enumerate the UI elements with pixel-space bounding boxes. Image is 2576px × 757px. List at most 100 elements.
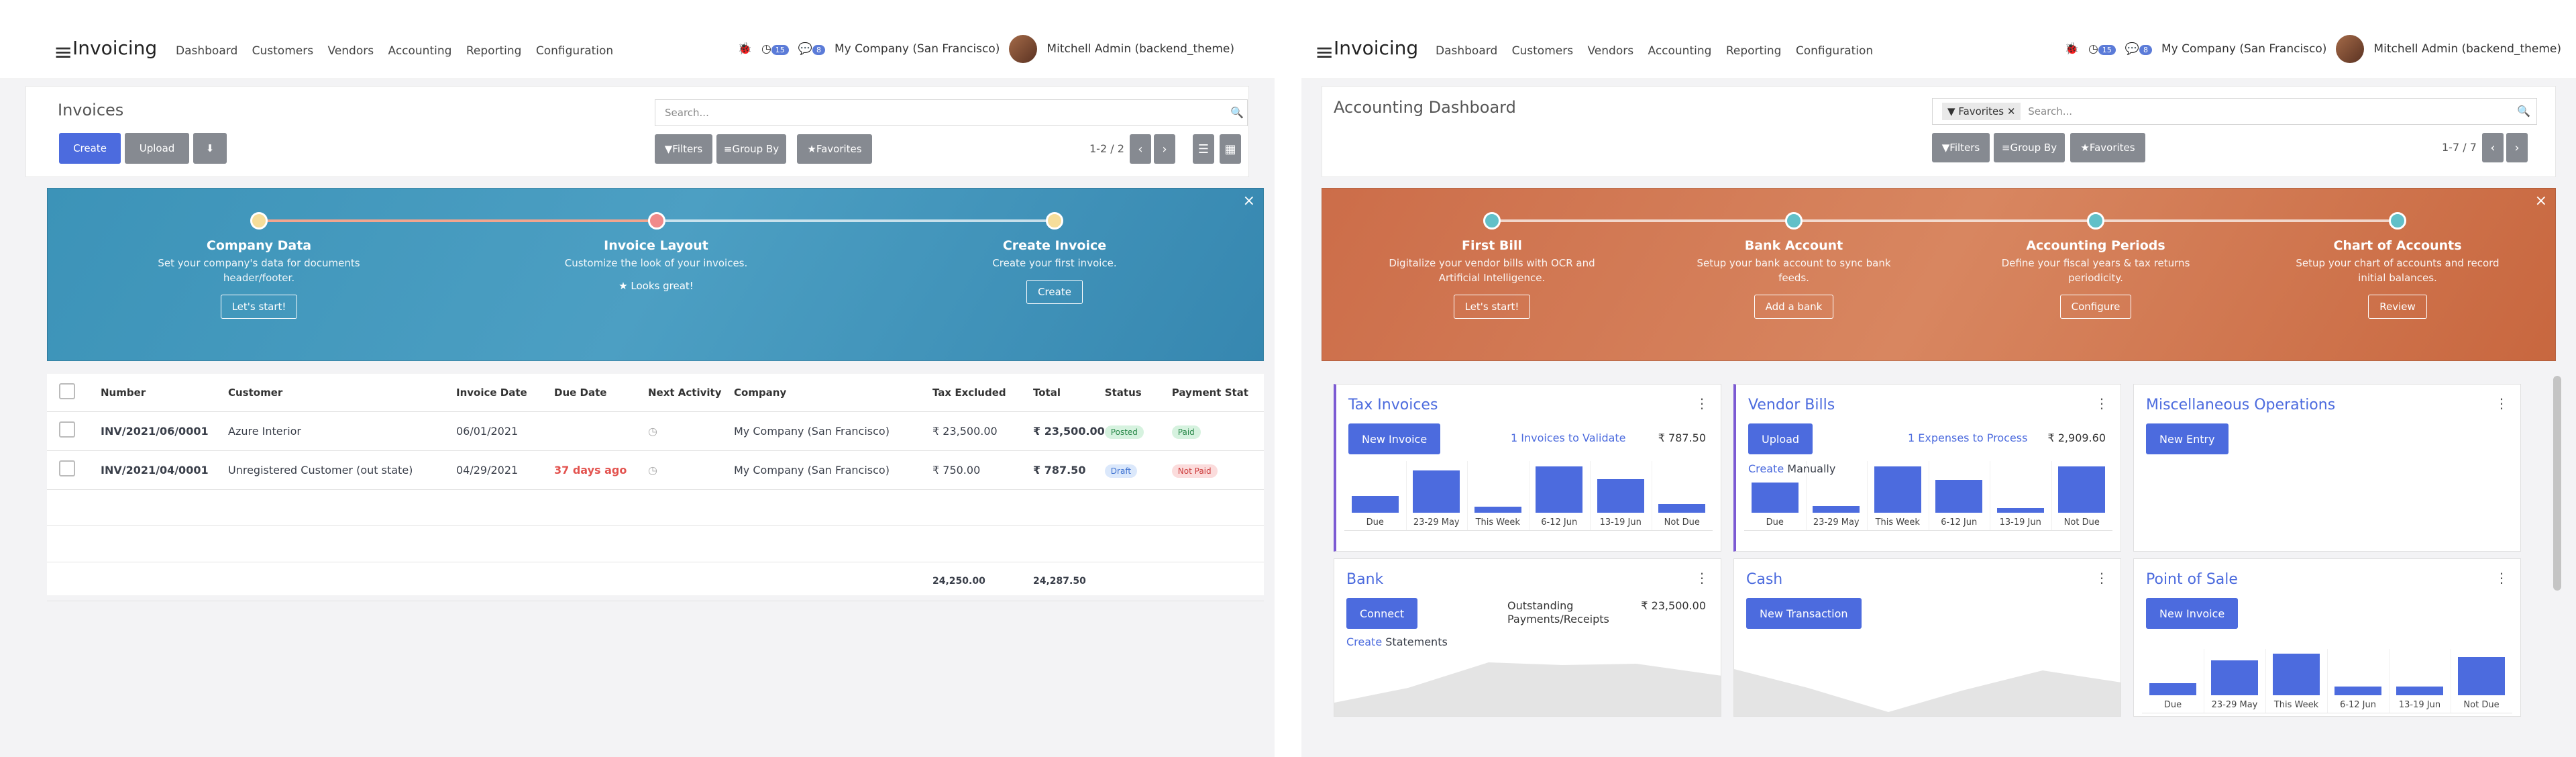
menu-configuration[interactable]: Configuration	[1796, 44, 1873, 58]
pager-value[interactable]: 1-2 / 2	[1089, 142, 1124, 155]
chart-bar[interactable]	[1874, 466, 1921, 513]
chart-bar[interactable]	[2149, 683, 2196, 695]
configure-button[interactable]: Configure	[2059, 295, 2132, 319]
scrollbar[interactable]	[2553, 376, 2561, 591]
column-header[interactable]: Customer	[228, 374, 456, 412]
chart-bar[interactable]	[1813, 506, 1860, 513]
card-title[interactable]: Cash	[1746, 571, 1782, 588]
chart-bar[interactable]	[2334, 687, 2381, 695]
download-icon[interactable]: ⬇	[193, 133, 227, 164]
filters-button[interactable]: ▼ Filters	[1932, 133, 1990, 162]
pager-value[interactable]: 1-7 / 7	[2442, 141, 2477, 154]
user-menu[interactable]: Mitchell Admin (backend_theme)	[1046, 42, 1234, 56]
connect-button[interactable]: Connect	[1346, 598, 1418, 629]
groupby-button[interactable]: ≡ Group By	[716, 134, 786, 164]
menu-customers[interactable]: Customers	[252, 44, 313, 58]
pager-next-button[interactable]: ›	[2506, 133, 2528, 162]
chart-bar[interactable]	[1536, 466, 1582, 513]
pager-next-button[interactable]: ›	[1154, 134, 1175, 164]
card-menu-icon[interactable]: ⋮	[2095, 395, 2108, 411]
create-invoice-button[interactable]: Create	[1026, 280, 1083, 304]
menu-customers[interactable]: Customers	[1512, 44, 1573, 58]
column-header[interactable]: Tax Excluded	[932, 374, 1033, 412]
menu-vendors[interactable]: Vendors	[327, 44, 374, 58]
apps-menu-icon[interactable]: ≡	[1315, 39, 1334, 66]
invoices-to-validate-link[interactable]: 1 Invoices to Validate	[1511, 432, 1626, 444]
upload-button[interactable]: Upload	[125, 133, 189, 164]
new-invoice-button[interactable]: New Invoice	[2146, 598, 2239, 629]
chart-bar[interactable]	[1935, 479, 1982, 513]
chart-bar[interactable]	[1658, 504, 1705, 513]
card-menu-icon[interactable]: ⋮	[1695, 570, 1709, 586]
search-icon[interactable]: 🔍	[2517, 105, 2530, 117]
column-header[interactable]: Company	[734, 374, 932, 412]
menu-accounting[interactable]: Accounting	[388, 44, 451, 58]
card-menu-icon[interactable]: ⋮	[2095, 570, 2108, 586]
select-all-checkbox[interactable]	[59, 383, 75, 399]
company-switcher[interactable]: My Company (San Francisco)	[835, 42, 1000, 56]
chart-bar[interactable]	[2058, 466, 2105, 513]
column-header[interactable]: Total	[1033, 374, 1105, 412]
close-icon[interactable]: ×	[2535, 193, 2547, 209]
card-title[interactable]: Point of Sale	[2146, 571, 2238, 588]
column-header[interactable]: Next Activity	[648, 374, 734, 412]
search-icon[interactable]: 🔍	[1230, 106, 1244, 119]
expenses-to-process-link[interactable]: 1 Expenses to Process	[1908, 432, 2027, 444]
chart-bar[interactable]	[1474, 506, 1521, 513]
card-title[interactable]: Tax Invoices	[1348, 397, 1438, 413]
pager-previous-button[interactable]: ‹	[1130, 134, 1151, 164]
chart-bar[interactable]	[2458, 657, 2505, 695]
chart-bar[interactable]	[1351, 495, 1399, 513]
menu-accounting[interactable]: Accounting	[1648, 44, 1711, 58]
new-transaction-button[interactable]: New Transaction	[1746, 598, 1862, 629]
chart-bar[interactable]	[1597, 478, 1644, 513]
favorites-button[interactable]: ★ Favorites	[797, 134, 872, 164]
column-header[interactable]: Status	[1104, 374, 1172, 412]
groupby-button[interactable]: ≡ Group By	[1994, 133, 2065, 162]
create-button[interactable]: Create	[59, 133, 121, 164]
lets-start-button[interactable]: Let's start!	[1453, 295, 1531, 319]
pager-previous-button[interactable]: ‹	[2482, 133, 2504, 162]
company-switcher[interactable]: My Company (San Francisco)	[2161, 42, 2326, 56]
create-link[interactable]: Create	[1346, 636, 1382, 648]
kanban-view-button[interactable]: ▦	[1220, 134, 1241, 164]
card-menu-icon[interactable]: ⋮	[1695, 395, 1709, 411]
chart-bar[interactable]	[2211, 660, 2258, 695]
card-menu-icon[interactable]: ⋮	[2495, 570, 2508, 586]
card-title[interactable]: Bank	[1346, 571, 1383, 588]
search-input[interactable]: ▼ Favorites ✕ Search...	[1932, 98, 2537, 125]
close-icon[interactable]: ×	[1243, 193, 1255, 209]
search-input[interactable]: Search...	[655, 99, 1248, 126]
new-invoice-button[interactable]: New Invoice	[1348, 423, 1441, 454]
review-button[interactable]: Review	[2368, 295, 2427, 319]
list-view-button[interactable]: ☰	[1193, 134, 1214, 164]
chart-bar[interactable]	[1996, 507, 2044, 513]
row-checkbox[interactable]	[59, 460, 75, 476]
table-row[interactable]: INV/2021/04/0001 Unregistered Customer (…	[47, 450, 1264, 490]
lets-start-button[interactable]: Let's start!	[220, 295, 298, 319]
chart-bar[interactable]	[2273, 653, 2320, 695]
menu-vendors[interactable]: Vendors	[1587, 44, 1633, 58]
messages-chat-icon[interactable]: 💬 8	[2125, 42, 2152, 56]
app-name[interactable]: Invoicing	[72, 37, 157, 59]
card-menu-icon[interactable]: ⋮	[2495, 395, 2508, 411]
menu-reporting[interactable]: Reporting	[1726, 44, 1782, 58]
favorites-button[interactable]: ★ Favorites	[2070, 133, 2145, 162]
user-avatar[interactable]	[1009, 35, 1038, 63]
activity-clock-icon[interactable]: ◷ 15	[761, 42, 789, 56]
column-header[interactable]: Number	[101, 374, 228, 412]
card-title[interactable]: Vendor Bills	[1748, 397, 1835, 413]
chart-bar[interactable]	[1751, 483, 1799, 513]
table-row[interactable]: INV/2021/06/0001 Azure Interior 06/01/20…	[47, 411, 1264, 451]
debug-bug-icon[interactable]: 🐞	[2065, 42, 2079, 56]
new-entry-button[interactable]: New Entry	[2146, 423, 2229, 454]
column-header[interactable]: Due Date	[554, 374, 648, 412]
chart-bar[interactable]	[1413, 470, 1460, 513]
menu-dashboard[interactable]: Dashboard	[176, 44, 237, 58]
activity-clock-icon[interactable]: ◷	[648, 450, 734, 490]
user-menu[interactable]: Mitchell Admin (backend_theme)	[2373, 42, 2561, 56]
favorites-facet[interactable]: ▼ Favorites ✕	[1942, 103, 2021, 120]
menu-configuration[interactable]: Configuration	[536, 44, 613, 58]
row-checkbox[interactable]	[59, 421, 75, 438]
column-header[interactable]: Payment Stat	[1171, 374, 1264, 412]
